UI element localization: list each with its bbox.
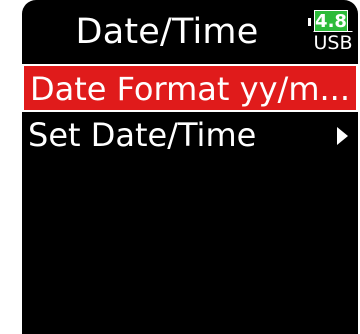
header: Date/Time 4.8 USB <box>22 0 358 60</box>
battery-level: 4.8 <box>314 10 348 32</box>
menu-item-date-format[interactable]: Date Format yy/m... <box>22 64 358 112</box>
power-source: USB <box>313 32 353 54</box>
menu-item-set-date-time[interactable]: Set Date/Time <box>22 112 358 160</box>
device-screen: Date/Time 4.8 USB Date Format yy/m... Se… <box>22 0 358 334</box>
menu-item-label: Set Date/Time <box>28 116 257 154</box>
battery-indicator: 4.8 USB <box>308 10 354 54</box>
menu-item-label: Date Format <box>30 70 230 108</box>
page-title: Date/Time <box>75 12 259 52</box>
menu-list: Date Format yy/m... Set Date/Time <box>22 64 358 160</box>
chevron-right-icon <box>337 127 348 145</box>
menu-item-value: yy/m... <box>239 70 350 108</box>
battery-terminal-icon <box>308 18 311 26</box>
